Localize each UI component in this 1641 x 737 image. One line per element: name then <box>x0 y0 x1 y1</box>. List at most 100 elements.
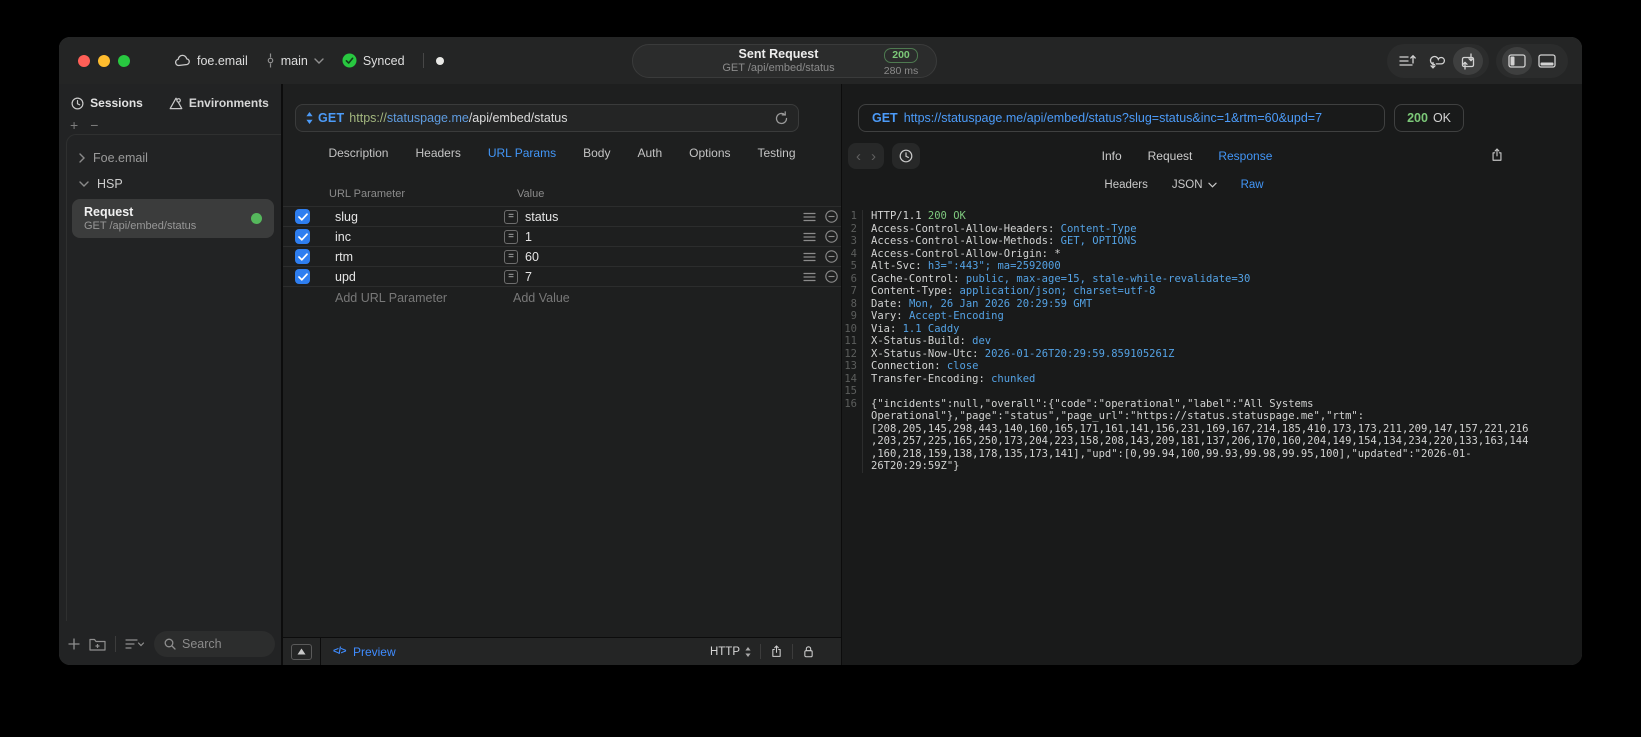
header-line-text: Date: Mon, 26 Jan 2026 20:29:59 GMT <box>871 297 1093 310</box>
request-url[interactable]: https://statuspage.me/api/embed/status <box>349 111 567 125</box>
response-tab-response[interactable]: Response <box>1218 149 1272 163</box>
param-checkbox[interactable] <box>295 269 310 284</box>
sidebar-tab-environments[interactable]: Environments <box>169 96 269 110</box>
add-session-button[interactable]: + <box>70 117 78 133</box>
request-url-bar[interactable]: GET https://statuspage.me/api/embed/stat… <box>295 104 799 132</box>
record-dot-icon[interactable] <box>435 56 444 65</box>
line-number: 11 <box>842 335 863 348</box>
header-line-text: Alt-Svc: h3=":443"; ma=2592000 <box>871 260 1061 272</box>
zoom-window-button[interactable] <box>118 54 130 67</box>
tree-item-hsp[interactable]: HSP <box>67 171 281 197</box>
tab-body[interactable]: Body <box>583 146 610 160</box>
lock-icon[interactable] <box>802 644 815 659</box>
remove-row-icon[interactable] <box>825 270 838 283</box>
response-subtab-json[interactable]: JSON <box>1172 179 1217 191</box>
response-status-box: 200 OK <box>1394 104 1464 132</box>
minimize-window-button[interactable] <box>98 54 110 67</box>
header-line-text: X-Status-Now-Utc: 2026-01-26T20:29:59.85… <box>871 347 1175 360</box>
import-swap-button[interactable] <box>1453 47 1483 75</box>
reorder-icon[interactable] <box>803 212 816 222</box>
request-pane: GET https://statuspage.me/api/embed/stat… <box>283 84 841 665</box>
toolbar-group-requests <box>1387 44 1489 78</box>
add-param-name-placeholder[interactable]: Add URL Parameter <box>335 291 447 305</box>
param-name[interactable]: rtm <box>335 250 353 264</box>
method-stepper-icon[interactable] <box>306 112 313 124</box>
sidebar-search[interactable] <box>154 631 275 657</box>
preview-button[interactable]: </> Preview <box>333 645 396 659</box>
response-header-line: 13 Connection: close <box>842 360 1582 373</box>
param-value[interactable]: = 60 <box>504 249 539 264</box>
sidebar: Sessions Environments + − Foe.email HSP … <box>59 84 281 665</box>
search-input[interactable] <box>182 637 265 651</box>
collapse-panel-button[interactable] <box>291 643 312 660</box>
bottom-panel-toggle-button[interactable] <box>1532 47 1562 75</box>
response-tab-info[interactable]: Info <box>1102 149 1122 163</box>
history-clock-icon <box>71 96 84 110</box>
remove-row-icon[interactable] <box>825 230 838 243</box>
param-value[interactable]: = 1 <box>504 229 532 244</box>
request-item-subtitle: GET /api/embed/status <box>84 220 197 232</box>
sent-request-summary[interactable]: Sent Request GET /api/embed/status 200 2… <box>632 44 937 78</box>
tab-testing[interactable]: Testing <box>758 146 796 160</box>
request-list-item-selected[interactable]: Request GET /api/embed/status <box>72 199 274 238</box>
response-subtab-headers[interactable]: Headers <box>1104 179 1147 191</box>
param-value-text: status <box>525 209 559 224</box>
response-tabs: Info Request Response <box>848 142 1526 170</box>
response-tab-request[interactable]: Request <box>1148 149 1193 163</box>
response-header-line: 11 X-Status-Build: dev <box>842 335 1582 348</box>
sync-status-chip[interactable]: Synced <box>336 49 411 72</box>
response-subtab-raw[interactable]: Raw <box>1241 179 1264 191</box>
param-value-text: 60 <box>525 249 539 264</box>
remove-row-icon[interactable] <box>825 250 838 263</box>
sidebar-toggle-button[interactable] <box>1502 47 1532 75</box>
param-value[interactable]: = status <box>504 209 559 224</box>
tree-item-foe-email[interactable]: Foe.email <box>67 145 281 171</box>
param-name[interactable]: inc <box>335 230 351 244</box>
header-line-text: Access-Control-Allow-Origin: * <box>871 247 1061 260</box>
sort-filter-button[interactable] <box>125 638 145 650</box>
protocol-selector[interactable]: HTTP <box>710 646 751 658</box>
line-number: 6 <box>842 272 863 285</box>
sync-loop-button[interactable] <box>1423 47 1453 75</box>
close-window-button[interactable] <box>78 54 90 67</box>
request-method[interactable]: GET <box>318 111 344 125</box>
add-param-value-placeholder[interactable]: Add Value <box>513 291 570 305</box>
new-folder-button[interactable] <box>89 637 106 651</box>
toolbar-group-panels <box>1496 44 1568 78</box>
add-param-row[interactable]: Add URL Parameter Add Value <box>283 286 841 308</box>
sidebar-tab-sessions[interactable]: Sessions <box>71 96 143 110</box>
request-duration: 280 ms <box>883 64 919 77</box>
add-item-button[interactable] <box>68 638 80 650</box>
param-value[interactable]: = 7 <box>504 269 532 284</box>
param-name[interactable]: upd <box>335 270 356 284</box>
share-icon[interactable] <box>1490 147 1504 163</box>
titlebar: foe.email main Synced Sent Request GET /… <box>59 37 1582 84</box>
project-chip[interactable]: foe.email <box>168 50 254 72</box>
tab-url-params[interactable]: URL Params <box>488 146 556 160</box>
response-header-line: 14 Transfer-Encoding: chunked <box>842 372 1582 385</box>
status-ok-text: 200 OK <box>927 210 966 222</box>
reorder-icon[interactable] <box>803 232 816 242</box>
remove-row-icon[interactable] <box>825 210 838 223</box>
header-value: * <box>1054 247 1061 260</box>
param-checkbox[interactable] <box>295 209 310 224</box>
reorder-icon[interactable] <box>803 272 816 282</box>
remove-session-button[interactable]: − <box>90 117 98 133</box>
tab-auth[interactable]: Auth <box>637 146 662 160</box>
tab-description[interactable]: Description <box>328 146 388 160</box>
export-lines-button[interactable] <box>1393 47 1423 75</box>
response-json-body: {"incidents":null,"overall":{"code":"ope… <box>871 397 1529 473</box>
tab-headers[interactable]: Headers <box>415 146 460 160</box>
param-name[interactable]: slug <box>335 210 358 224</box>
share-icon[interactable] <box>770 644 783 659</box>
line-number: 15 <box>842 385 863 398</box>
refresh-icon[interactable] <box>775 111 788 125</box>
branch-chip[interactable]: main <box>260 49 330 72</box>
header-line-text: Connection: close <box>871 360 979 372</box>
tab-options[interactable]: Options <box>689 146 730 160</box>
line-number: 13 <box>842 360 863 373</box>
param-checkbox[interactable] <box>295 229 310 244</box>
branch-name: main <box>280 53 308 68</box>
reorder-icon[interactable] <box>803 252 816 262</box>
param-checkbox[interactable] <box>295 249 310 264</box>
